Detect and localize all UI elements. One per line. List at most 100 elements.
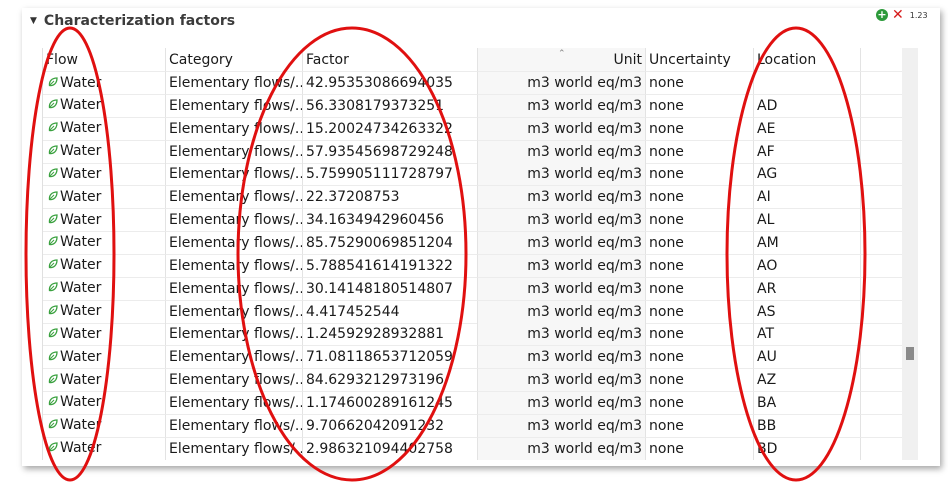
cell-unit[interactable]: m3 world eq/m3 bbox=[478, 94, 646, 118]
cell-location[interactable]: AM bbox=[754, 231, 861, 255]
cell-location[interactable]: AI bbox=[754, 186, 861, 210]
cell-factor[interactable]: 85.75290069851204 bbox=[303, 231, 478, 255]
cell-factor[interactable]: 71.08118653712059 bbox=[303, 346, 478, 370]
cell-uncertainty[interactable]: none bbox=[646, 277, 754, 301]
cell-flow[interactable]: Water bbox=[43, 346, 166, 370]
cell-uncertainty[interactable]: none bbox=[646, 186, 754, 210]
add-icon[interactable]: + bbox=[876, 9, 888, 21]
cell-uncertainty[interactable]: none bbox=[646, 231, 754, 255]
cell-uncertainty[interactable]: none bbox=[646, 300, 754, 324]
cell-flow[interactable]: Water bbox=[43, 323, 166, 347]
cell-unit[interactable]: m3 world eq/m3 bbox=[478, 277, 646, 301]
cell-category[interactable]: Elementary flows/... bbox=[166, 163, 303, 187]
table-row[interactable]: Water Elementary flows/... 57.935456987292… bbox=[43, 140, 903, 164]
cell-location[interactable]: AR bbox=[754, 277, 861, 301]
table-row[interactable]: Water Elementary flows/... 84.629321297319… bbox=[43, 369, 903, 393]
table-row[interactable]: Water Elementary flows/... 56.330817937325… bbox=[43, 94, 903, 118]
cell-category[interactable]: Elementary flows/... bbox=[166, 94, 303, 118]
cell-category[interactable]: Elementary flows/... bbox=[166, 300, 303, 324]
cell-category[interactable]: Elementary flows/... bbox=[166, 231, 303, 255]
number-format-icon[interactable]: 1.23 bbox=[910, 11, 928, 20]
cell-unit[interactable]: m3 world eq/m3 bbox=[478, 231, 646, 255]
cell-flow[interactable]: Water bbox=[43, 391, 166, 415]
table-row[interactable]: Water Elementary flows/... 30.141481805148… bbox=[43, 277, 903, 301]
table-row[interactable]: Water Elementary flows/... 2.9863210944027… bbox=[43, 437, 903, 460]
cell-uncertainty[interactable]: none bbox=[646, 140, 754, 164]
cell-factor[interactable]: 22.37208753 bbox=[303, 186, 478, 210]
cell-location[interactable]: BB bbox=[754, 414, 861, 438]
cell-category[interactable]: Elementary flows/... bbox=[166, 437, 303, 460]
column-header-flow[interactable]: Flow bbox=[43, 48, 166, 72]
cell-location[interactable] bbox=[754, 72, 861, 95]
cell-unit[interactable]: m3 world eq/m3 bbox=[478, 72, 646, 95]
cell-location[interactable]: BA bbox=[754, 391, 861, 415]
column-header-location[interactable]: Location bbox=[754, 48, 861, 72]
cell-category[interactable]: Elementary flows/... bbox=[166, 391, 303, 415]
cell-category[interactable]: Elementary flows/... bbox=[166, 186, 303, 210]
table-row[interactable]: Water Elementary flows/... 9.7066204209123… bbox=[43, 414, 903, 438]
table-row[interactable]: Water Elementary flows/... 71.081186537120… bbox=[43, 346, 903, 370]
cell-category[interactable]: Elementary flows/... bbox=[166, 414, 303, 438]
cell-flow[interactable]: Water bbox=[43, 414, 166, 438]
cell-unit[interactable]: m3 world eq/m3 bbox=[478, 140, 646, 164]
cell-factor[interactable]: 34.1634942960456 bbox=[303, 209, 478, 233]
cell-uncertainty[interactable]: none bbox=[646, 163, 754, 187]
cell-flow[interactable]: Water bbox=[43, 369, 166, 393]
cell-flow[interactable]: Water bbox=[43, 209, 166, 233]
cell-flow[interactable]: Water bbox=[43, 72, 166, 95]
cell-uncertainty[interactable]: none bbox=[646, 346, 754, 370]
cell-location[interactable]: BD bbox=[754, 437, 861, 460]
cell-flow[interactable]: Water bbox=[43, 231, 166, 255]
cell-location[interactable]: AS bbox=[754, 300, 861, 324]
table-row[interactable]: Water Elementary flows/... 1.2459292893288… bbox=[43, 323, 903, 347]
cell-factor[interactable]: 2.986321094402758 bbox=[303, 437, 478, 460]
table-row[interactable]: Water Elementary flows/... 5.7599051117287… bbox=[43, 163, 903, 187]
cell-factor[interactable]: 9.70662042091232 bbox=[303, 414, 478, 438]
cell-unit[interactable]: m3 world eq/m3 bbox=[478, 391, 646, 415]
cell-category[interactable]: Elementary flows/... bbox=[166, 346, 303, 370]
cell-factor[interactable]: 56.3308179373251 bbox=[303, 94, 478, 118]
column-header-factor[interactable]: Factor bbox=[303, 48, 478, 72]
cell-factor[interactable]: 1.24592928932881 bbox=[303, 323, 478, 347]
cell-uncertainty[interactable]: none bbox=[646, 369, 754, 393]
scrollbar-thumb[interactable] bbox=[906, 347, 914, 360]
table-row[interactable]: Water Elementary flows/... 1.1746002891612… bbox=[43, 391, 903, 415]
cell-location[interactable]: AO bbox=[754, 254, 861, 278]
table-row[interactable]: Water Elementary flows/... 34.163494296045… bbox=[43, 209, 903, 233]
cell-category[interactable]: Elementary flows/... bbox=[166, 117, 303, 141]
cell-unit[interactable]: m3 world eq/m3 bbox=[478, 369, 646, 393]
cell-location[interactable]: AZ bbox=[754, 369, 861, 393]
cell-factor[interactable]: 15.20024734263322 bbox=[303, 117, 478, 141]
cell-category[interactable]: Elementary flows/... bbox=[166, 209, 303, 233]
cell-flow[interactable]: Water bbox=[43, 186, 166, 210]
cell-factor[interactable]: 5.788541614191322 bbox=[303, 254, 478, 278]
cell-unit[interactable]: m3 world eq/m3 bbox=[478, 117, 646, 141]
cell-uncertainty[interactable]: none bbox=[646, 437, 754, 460]
vertical-scrollbar[interactable] bbox=[902, 48, 918, 460]
cell-category[interactable]: Elementary flows/... bbox=[166, 369, 303, 393]
cell-factor[interactable]: 5.759905111728797 bbox=[303, 163, 478, 187]
cell-factor[interactable]: 42.95353086694035 bbox=[303, 72, 478, 95]
cell-flow[interactable]: Water bbox=[43, 163, 166, 187]
section-header[interactable]: ▼ Characterization factors bbox=[30, 10, 235, 32]
cell-factor[interactable]: 57.93545698729248 bbox=[303, 140, 478, 164]
cell-category[interactable]: Elementary flows/... bbox=[166, 277, 303, 301]
cell-uncertainty[interactable]: none bbox=[646, 94, 754, 118]
cell-location[interactable]: AD bbox=[754, 94, 861, 118]
cell-factor[interactable]: 1.174600289161245 bbox=[303, 391, 478, 415]
cell-unit[interactable]: m3 world eq/m3 bbox=[478, 346, 646, 370]
cell-unit[interactable]: m3 world eq/m3 bbox=[478, 300, 646, 324]
cell-uncertainty[interactable]: none bbox=[646, 209, 754, 233]
cell-location[interactable]: AE bbox=[754, 117, 861, 141]
cell-uncertainty[interactable]: none bbox=[646, 72, 754, 95]
column-header-unit[interactable]: ⌃ Unit bbox=[478, 48, 646, 72]
cell-category[interactable]: Elementary flows/... bbox=[166, 323, 303, 347]
cell-uncertainty[interactable]: none bbox=[646, 414, 754, 438]
cell-unit[interactable]: m3 world eq/m3 bbox=[478, 414, 646, 438]
cell-uncertainty[interactable]: none bbox=[646, 323, 754, 347]
table-row[interactable]: Water Elementary flows/... 4.417452544 m3 w… bbox=[43, 300, 903, 324]
table-row[interactable]: Water Elementary flows/... 15.200247342633… bbox=[43, 117, 903, 141]
cell-unit[interactable]: m3 world eq/m3 bbox=[478, 209, 646, 233]
column-header-uncertainty[interactable]: Uncertainty bbox=[646, 48, 754, 72]
cell-flow[interactable]: Water bbox=[43, 300, 166, 324]
